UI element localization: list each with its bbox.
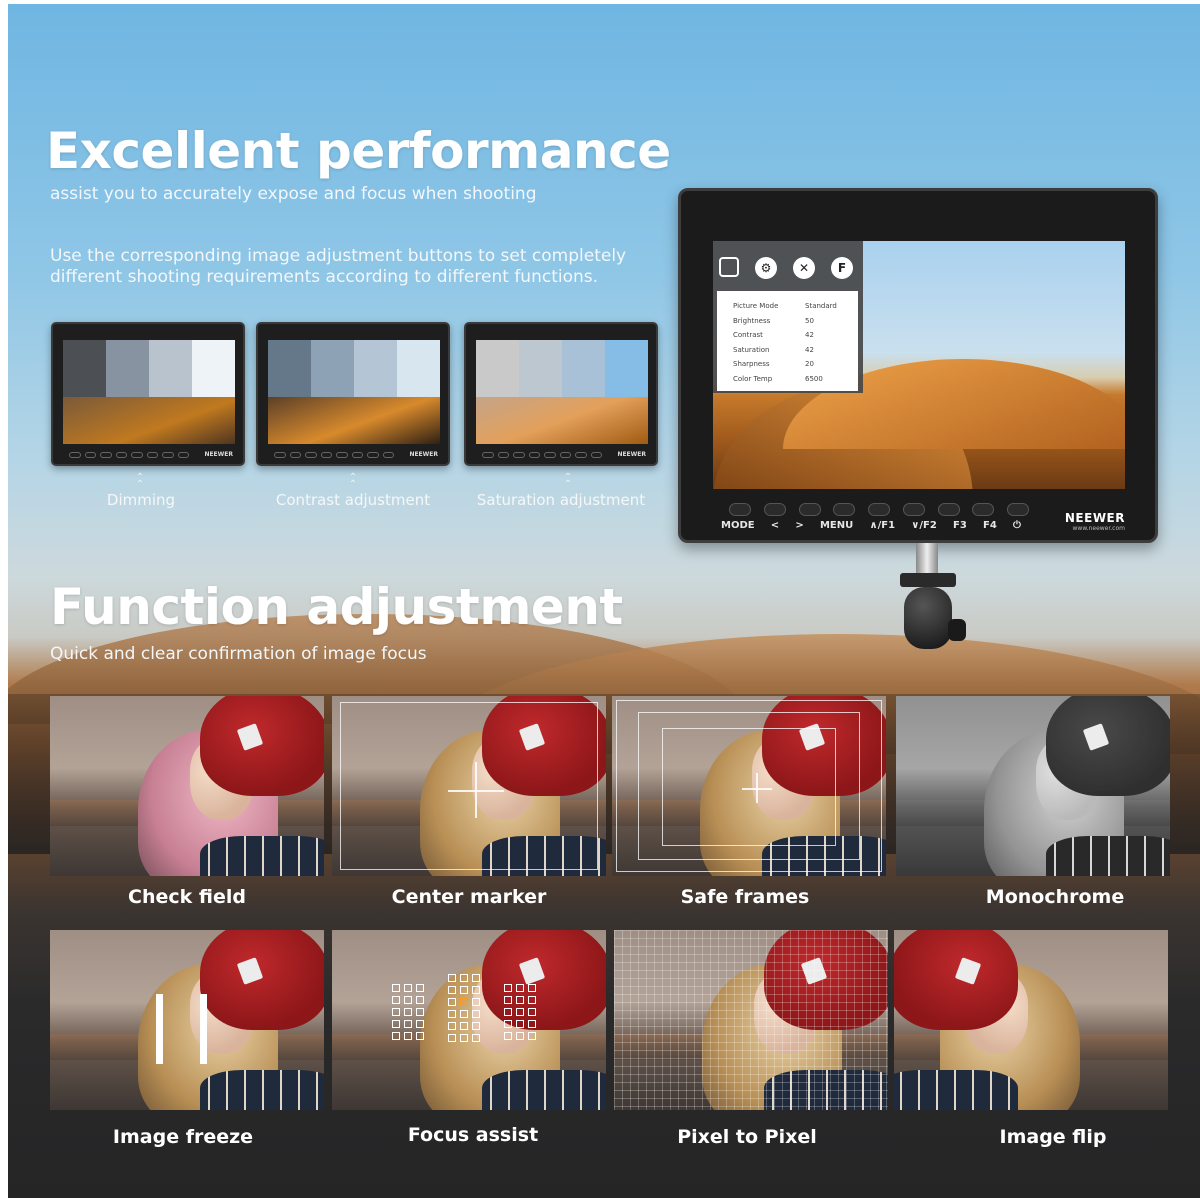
monitor-screen: ⚙ ✕ F Picture Mode Standard Brightness 50 … <box>713 241 1125 489</box>
focus-points <box>504 984 536 1040</box>
function-subtitle: Quick and clear confirmation of image fo… <box>50 644 427 664</box>
monitor-brand: NEEWER <box>409 451 438 458</box>
focus-points <box>448 974 480 1042</box>
menu-row: Picture Mode Standard <box>733 302 837 310</box>
left-button <box>763 503 786 516</box>
ball-head-mount <box>888 543 968 663</box>
button-labels: MODE < > MENU ∧/F1 ∨/F2 F3 F4 ⏻ <box>721 520 1021 531</box>
menu-row: Contrast 42 <box>733 331 814 339</box>
mode-label-dimming: Dimming <box>106 491 176 509</box>
osd-menu-panel: Picture Mode Standard Brightness 50 Contra… <box>717 291 858 391</box>
tile-label-pixel-to-pixel: Pixel to Pixel <box>677 1126 817 1148</box>
f4-button <box>972 503 995 516</box>
safe-frames-image <box>612 696 886 876</box>
performance-title: Excellent performance <box>46 122 671 180</box>
monochrome-image <box>896 696 1170 876</box>
mode-button <box>729 503 751 516</box>
function-icon: F <box>831 257 853 279</box>
menu-button <box>833 503 856 516</box>
image-freeze-image <box>50 930 324 1110</box>
tile-label-center-marker: Center marker <box>391 886 547 908</box>
picture-mode-icon <box>719 257 739 277</box>
menu-row: Color Temp 6500 <box>733 374 823 383</box>
tools-icon: ✕ <box>793 257 815 279</box>
chevron-up-icon: ⌃ ⌃ <box>348 472 358 490</box>
tile-label-safe-frames: Safe frames <box>680 886 810 908</box>
monitor-buttons <box>729 503 1029 516</box>
f1-button <box>868 503 890 516</box>
mode-label-contrast: Contrast adjustment <box>275 491 431 509</box>
dimming-monitor: NEEWER <box>51 322 245 466</box>
monitor-buttons <box>274 452 394 460</box>
monitor-screen <box>63 340 235 444</box>
osd-menu: ⚙ ✕ F Picture Mode Standard Brightness 50 … <box>713 241 863 393</box>
tile-label-check-field: Check field <box>128 886 246 908</box>
function-title: Function adjustment <box>50 578 623 636</box>
monitor-brand: NEEWER <box>617 451 646 458</box>
right-button <box>798 503 821 516</box>
frame-guide <box>340 702 598 870</box>
monitor-screen <box>476 340 648 444</box>
tile-label-monochrome: Monochrome <box>985 886 1125 908</box>
menu-row: Sharpness 20 <box>733 360 814 368</box>
power-button <box>1007 503 1029 516</box>
chevron-up-icon: ⌃ ⌃ <box>135 472 145 490</box>
f2-button <box>902 503 925 516</box>
focus-points <box>392 984 424 1040</box>
saturation-monitor: NEEWER <box>464 322 658 466</box>
tile-label-image-freeze: Image freeze <box>112 1126 254 1148</box>
monitor-brand: NEEWER <box>204 451 233 458</box>
performance-subtitle: assist you to accurately expose and focu… <box>50 184 537 204</box>
gear-icon: ⚙ <box>755 257 777 279</box>
tile-label-image-flip: Image flip <box>999 1126 1107 1148</box>
check-field-image <box>50 696 324 876</box>
field-monitor: ⚙ ✕ F Picture Mode Standard Brightness 50 … <box>678 188 1158 543</box>
power-icon: ⏻ <box>1013 520 1021 531</box>
pixel-grid <box>614 930 888 1110</box>
brand-logo: NEEWER <box>1064 511 1125 525</box>
performance-description: Use the corresponding image adjustment b… <box>50 246 627 287</box>
center-cross <box>756 773 758 803</box>
pause-icon <box>156 994 163 1064</box>
contrast-monitor: NEEWER <box>256 322 450 466</box>
monitor-buttons <box>69 452 189 460</box>
safe-frame-inner <box>662 728 836 846</box>
pixel-to-pixel-image <box>614 930 888 1110</box>
mode-label-saturation: Saturation adjustment <box>476 491 646 509</box>
image-flip-image <box>894 930 1168 1110</box>
center-marker-image <box>332 696 606 876</box>
chevron-up-icon: ⌃ ⌃ <box>563 472 573 490</box>
menu-row: Brightness 50 <box>733 316 814 325</box>
f3-button <box>937 503 960 516</box>
brand-url: www.neewer.com <box>1072 525 1126 532</box>
monitor-screen <box>268 340 440 444</box>
tile-label-focus-assist: Focus assist <box>407 1124 539 1146</box>
monitor-buttons <box>482 452 602 460</box>
menu-row: Saturation 42 <box>733 345 814 354</box>
pause-icon <box>200 994 207 1064</box>
center-cross <box>475 762 477 818</box>
focus-assist-image <box>332 930 606 1110</box>
